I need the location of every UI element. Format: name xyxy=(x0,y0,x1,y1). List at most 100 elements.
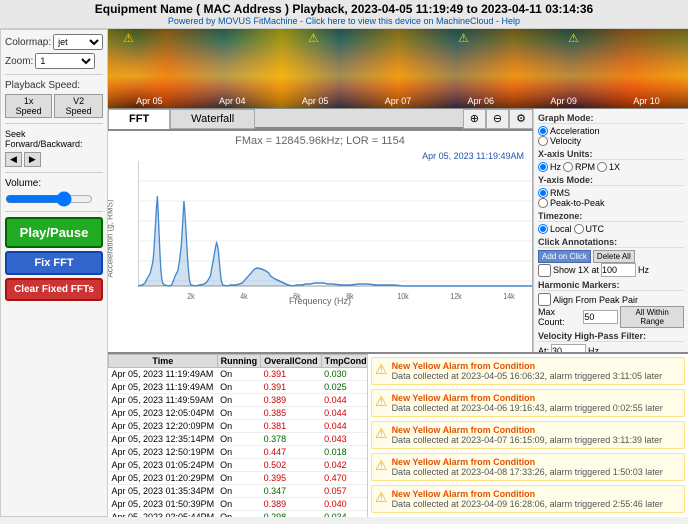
add-on-click-button[interactable]: Add on Click xyxy=(538,250,591,263)
table-row[interactable]: Apr 05, 2023 11:19:49AMOn0.3910.0300.391… xyxy=(109,368,369,381)
xunit-1x-radio[interactable] xyxy=(597,162,607,172)
alarm-item[interactable]: ⚠ New Yellow Alarm from Condition Data c… xyxy=(371,389,685,417)
table-cell: 0.378 xyxy=(261,433,322,446)
table-cell: 0.030 xyxy=(321,368,368,381)
hpf-at-input[interactable] xyxy=(551,344,586,352)
seek-label: Seek Forward/Backward: xyxy=(5,129,103,149)
graph-mode-velocity-radio[interactable] xyxy=(538,136,548,146)
table-row[interactable]: Apr 05, 2023 01:05:24PMOn0.5020.0420.359… xyxy=(109,459,369,472)
seek-back-button[interactable]: ◀ xyxy=(5,152,22,167)
chart-settings-button[interactable]: ⚙ xyxy=(509,109,533,129)
alarm-title: New Yellow Alarm from Condition xyxy=(392,489,681,499)
table-cell: 0.347 xyxy=(261,485,322,498)
fix-fft-button[interactable]: Fix FFT xyxy=(5,251,103,275)
graph-mode-acceleration-radio[interactable] xyxy=(538,126,548,136)
data-table[interactable]: Time Running OverallCond TmpCond VibCond… xyxy=(108,354,368,517)
align-peak-checkbox[interactable] xyxy=(538,293,551,306)
volume-label: Volume: xyxy=(5,178,103,189)
all-within-range-button[interactable]: All Within Range xyxy=(620,306,684,328)
table-row[interactable]: Apr 05, 2023 12:35:14PMOn0.3780.0430.406… xyxy=(109,433,369,446)
tab-waterfall[interactable]: Waterfall xyxy=(170,109,255,129)
tab-row: FFT Waterfall ⊕ ⊖ ⚙ xyxy=(108,109,533,131)
colormap-row: Colormap: jet hot cool xyxy=(5,34,103,50)
alarm-detail: Data collected at 2023-04-06 19:16:43, a… xyxy=(392,403,681,413)
alarm-item[interactable]: ⚠ New Yellow Alarm from Condition Data c… xyxy=(371,357,685,385)
speed-2x-button[interactable]: V2 Speed xyxy=(54,94,103,118)
table-row[interactable]: Apr 05, 2023 02:05:44PMOn0.2980.0340.279… xyxy=(109,511,369,518)
alarm-title: New Yellow Alarm from Condition xyxy=(392,361,681,371)
clear-fixed-button[interactable]: Clear Fixed FFTs xyxy=(5,278,103,301)
xunit-rpm-radio[interactable] xyxy=(563,162,573,172)
table-body: Apr 05, 2023 11:19:49AMOn0.3910.0300.391… xyxy=(109,368,369,518)
seek-fwd-button[interactable]: ▶ xyxy=(24,152,41,167)
waterfall-date-labels: Apr 05 Apr 04 Apr 05 Apr 07 Apr 06 Apr 0… xyxy=(108,96,688,106)
alarm-warning-icon: ⚠ xyxy=(375,489,388,506)
table-cell: Apr 05, 2023 12:35:14PM xyxy=(109,433,218,446)
chart-zoom-in-button[interactable]: ⊕ xyxy=(463,109,486,129)
zoom-select[interactable]: 1 2 4 xyxy=(35,53,95,69)
ymode-rms-row: RMS xyxy=(538,188,684,198)
table-cell: 0.391 xyxy=(261,381,322,394)
table-cell: Apr 05, 2023 01:20:29PM xyxy=(109,472,218,485)
table-row[interactable]: Apr 05, 2023 01:20:29PMOn0.3950.4700.350… xyxy=(109,472,369,485)
xunit-hz-radio[interactable] xyxy=(538,162,548,172)
alarm-item[interactable]: ⚠ New Yellow Alarm from Condition Data c… xyxy=(371,421,685,449)
x-axis-label: Frequency (Hz) xyxy=(289,296,351,306)
ymode-pp-radio[interactable] xyxy=(538,198,548,208)
col-overall: OverallCond xyxy=(261,355,322,368)
tz-local-radio[interactable] xyxy=(538,224,548,234)
table-row[interactable]: Apr 05, 2023 01:50:39PMOn0.3890.0400.338… xyxy=(109,498,369,511)
max-count-input[interactable] xyxy=(583,310,618,324)
show-1x-input[interactable] xyxy=(601,263,636,277)
table-row[interactable]: Apr 05, 2023 11:49:59AMOn0.3890.0440.397… xyxy=(109,394,369,407)
ymode-pp-label: Peak-to-Peak xyxy=(550,198,605,208)
table-cell: 0.381 xyxy=(261,420,322,433)
table-cell: Apr 05, 2023 11:49:59AM xyxy=(109,394,218,407)
y-axis-mode-title: Y-axis Mode: xyxy=(538,175,684,186)
annotations-btn-row: Add on Click Delete All xyxy=(538,250,684,263)
playback-speed-label: Playback Speed: xyxy=(5,80,103,91)
table-cell: 0.025 xyxy=(321,381,368,394)
table-cell: On xyxy=(217,498,261,511)
graph-mode-velocity-row: Velocity xyxy=(538,136,684,146)
wf-date-3: Apr 07 xyxy=(385,96,412,106)
volume-slider[interactable] xyxy=(5,192,93,206)
alarm-text: New Yellow Alarm from Condition Data col… xyxy=(392,425,681,445)
table-row[interactable]: Apr 05, 2023 01:35:34PMOn0.3470.0570.361… xyxy=(109,485,369,498)
alarm-item[interactable]: ⚠ New Yellow Alarm from Condition Data c… xyxy=(371,453,685,481)
speed-1x-button[interactable]: 1x Speed xyxy=(5,94,52,118)
table-row[interactable]: Apr 05, 2023 12:50:19PMOn0.4470.0180.466… xyxy=(109,446,369,459)
table-cell: Apr 05, 2023 01:50:39PM xyxy=(109,498,218,511)
table-cell: On xyxy=(217,368,261,381)
table-row[interactable]: Apr 05, 2023 12:20:09PMOn0.3810.0440.406… xyxy=(109,420,369,433)
table-cell: 0.389 xyxy=(261,498,322,511)
alarm-item[interactable]: ⚠ New Yellow Alarm from Condition Data c… xyxy=(371,485,685,513)
harmonic-markers-title: Harmonic Markers: xyxy=(538,280,684,291)
table-row[interactable]: Apr 05, 2023 11:19:49AMOn0.3910.0250.370… xyxy=(109,381,369,394)
col-running: Running xyxy=(217,355,261,368)
table-cell: 0.040 xyxy=(321,498,368,511)
tab-fft[interactable]: FFT xyxy=(108,109,170,129)
page-subtitle[interactable]: Powered by MOVUS FitMachine - Click here… xyxy=(4,16,684,26)
xunit-hz-label: Hz xyxy=(550,162,561,172)
play-pause-button[interactable]: Play/Pause xyxy=(5,217,103,248)
chart-zoom-out-button[interactable]: ⊖ xyxy=(486,109,509,129)
main-area: Colormap: jet hot cool Zoom: 1 2 4 Playb… xyxy=(0,29,688,517)
tz-utc-radio[interactable] xyxy=(574,224,584,234)
colormap-select[interactable]: jet hot cool xyxy=(53,34,103,50)
table-cell: On xyxy=(217,446,261,459)
warning-icon-0: ⚠ xyxy=(123,31,134,45)
table-row[interactable]: Apr 05, 2023 12:05:04PMOn0.3850.0440.397… xyxy=(109,407,369,420)
harmonic-markers-group: Harmonic Markers: Align From Peak Pair M… xyxy=(538,280,684,328)
table-cell: 0.057 xyxy=(321,485,368,498)
fft-chart-container[interactable]: Acceleration (g, RMS) 0.6 xyxy=(108,161,532,306)
ymode-rms-radio[interactable] xyxy=(538,188,548,198)
table-cell: 0.298 xyxy=(261,511,322,518)
graph-mode-title: Graph Mode: xyxy=(538,113,684,124)
xaxis-units-row: Hz RPM 1X xyxy=(538,162,684,172)
wf-date-0: Apr 05 xyxy=(136,96,163,106)
show-1x-checkbox[interactable] xyxy=(538,264,551,277)
delete-all-button[interactable]: Delete All xyxy=(593,250,635,263)
table-cell: 0.389 xyxy=(261,394,322,407)
show-1x-unit-label: Hz xyxy=(638,265,649,275)
